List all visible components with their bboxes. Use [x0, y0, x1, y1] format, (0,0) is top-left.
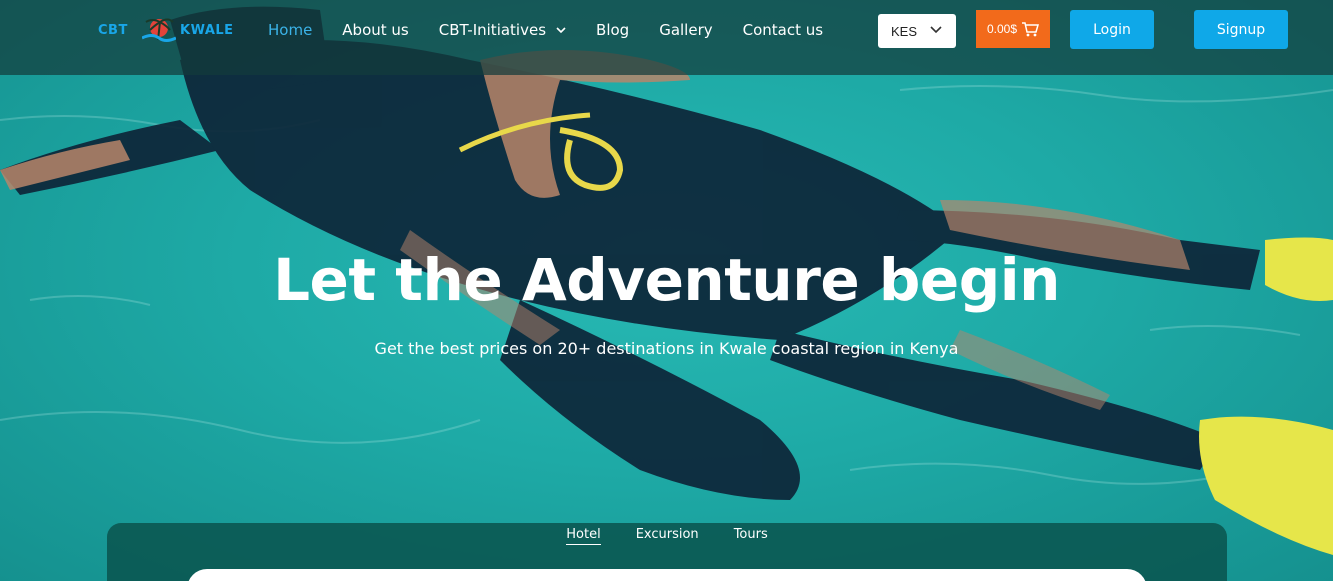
- search-box[interactable]: [187, 569, 1147, 581]
- palm-sun-icon: [142, 18, 176, 42]
- main-nav: Home About us CBT-Initiatives Blog Galle…: [268, 18, 853, 42]
- logo-text-right: KWALE: [180, 23, 234, 38]
- currency-select[interactable]: KES: [878, 14, 956, 48]
- nav-home-label: Home: [268, 21, 313, 39]
- nav-cbt-initiatives-label: CBT-Initiatives: [438, 21, 547, 39]
- nav-contact-label: Contact us: [742, 21, 824, 39]
- nav-cbt-initiatives[interactable]: CBT-Initiatives: [439, 21, 566, 39]
- cart-button[interactable]: 0.00$: [976, 10, 1050, 48]
- nav-blog-label: Blog: [596, 21, 630, 39]
- chevron-down-icon: [556, 27, 566, 34]
- login-button[interactable]: Login: [1070, 10, 1154, 49]
- tab-excursion[interactable]: Excursion: [636, 527, 699, 545]
- hero-subtitle: Get the best prices on 20+ destinations …: [374, 339, 959, 358]
- signup-button[interactable]: Signup: [1194, 10, 1288, 49]
- tab-hotel[interactable]: Hotel: [566, 527, 601, 545]
- top-navbar: CBT KWALE Home About us CBT-Initiatives …: [0, 0, 1333, 75]
- tab-tours[interactable]: Tours: [734, 527, 768, 545]
- currency-value: KES: [891, 23, 918, 39]
- shopping-cart-icon: [1022, 22, 1040, 37]
- logo-text-left: CBT: [98, 23, 128, 38]
- nav-gallery[interactable]: Gallery: [659, 21, 712, 39]
- nav-blog[interactable]: Blog: [596, 21, 629, 39]
- brand-logo[interactable]: CBT KWALE: [96, 6, 236, 50]
- hero-title: Let the Adventure begin: [273, 246, 1060, 314]
- nav-about-us[interactable]: About us: [342, 21, 408, 39]
- chevron-down-icon: [930, 26, 942, 34]
- cart-total: 0.00$: [986, 22, 1018, 36]
- nav-contact-us[interactable]: Contact us: [743, 21, 823, 39]
- nav-gallery-label: Gallery: [659, 21, 713, 39]
- search-tabs: Hotel Excursion Tours: [107, 527, 1227, 545]
- search-panel: Hotel Excursion Tours: [107, 523, 1227, 581]
- nav-home[interactable]: Home: [268, 21, 312, 39]
- nav-about-label: About us: [342, 21, 409, 39]
